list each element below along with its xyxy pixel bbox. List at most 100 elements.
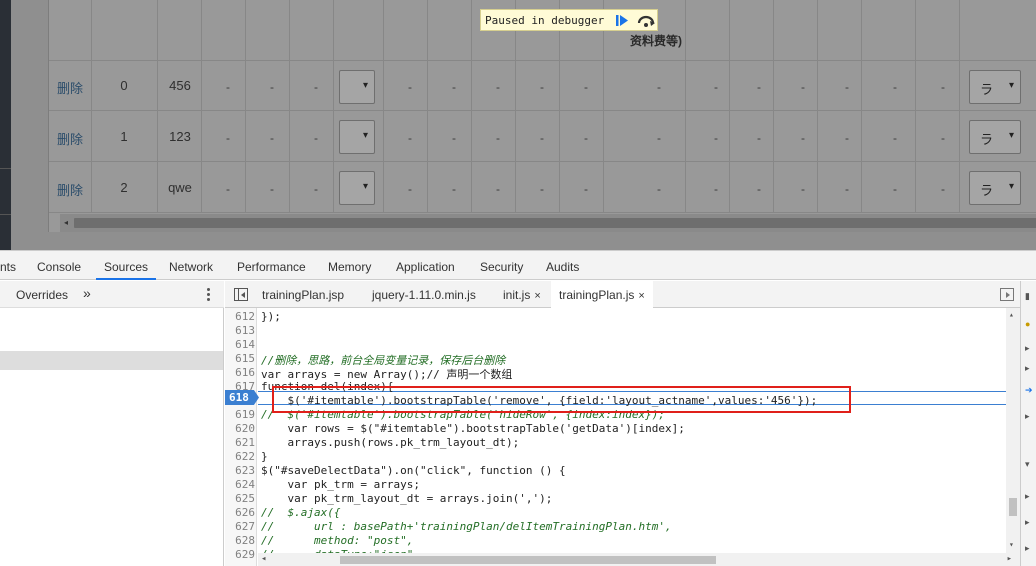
tab-network[interactable]: Network <box>169 260 213 274</box>
row-index: 2 <box>120 180 128 195</box>
empty-cell: - <box>496 131 500 145</box>
tab-application[interactable]: Application <box>396 260 455 274</box>
file-tab-trainingplan-js[interactable]: trainingPlan.js × <box>551 281 653 308</box>
empty-cell: - <box>314 131 318 145</box>
tab-sources[interactable]: Sources <box>104 260 148 274</box>
empty-cell: - <box>714 131 718 145</box>
scroll-up-icon[interactable]: ▴ <box>1009 310 1014 319</box>
web-page-viewport: 资料费等) 删除 0 456 - - - ▾ - - - - - - - - -… <box>0 0 1036 250</box>
dropdown-arrow-icon: ▾ <box>362 130 368 141</box>
select-value: ラ <box>980 183 994 198</box>
close-icon[interactable]: × <box>638 290 644 302</box>
tab-security[interactable]: Security <box>480 260 523 274</box>
scroll-left-icon[interactable]: ◂ <box>64 218 68 227</box>
file-tab-label: jquery-1.11.0.min.js <box>372 288 476 302</box>
scrollbar-thumb[interactable] <box>74 218 1036 228</box>
select-value: ラ <box>980 132 994 147</box>
toggle-navigator-icon[interactable] <box>234 288 248 301</box>
expand-icon[interactable]: ▸ <box>1025 517 1030 528</box>
expand-icon[interactable]: ▸ <box>1025 411 1030 422</box>
scroll-down-icon[interactable]: ▾ <box>1009 540 1014 549</box>
selected-file-row[interactable] <box>0 351 223 370</box>
row-select[interactable]: ▾ <box>339 120 375 154</box>
empty-cell: - <box>226 80 230 94</box>
delete-link[interactable]: 删除 <box>49 129 91 148</box>
file-tab-jquery[interactable]: jquery-1.11.0.min.js <box>372 281 476 308</box>
pause-icon[interactable]: ▮ <box>1025 291 1030 302</box>
empty-cell: - <box>845 80 849 94</box>
tab-performance[interactable]: Performance <box>237 260 306 274</box>
scrollbar-thumb[interactable] <box>340 556 716 564</box>
empty-cell: - <box>540 131 544 145</box>
empty-cell: - <box>801 80 805 94</box>
file-tab-bar: trainingPlan.jsp jquery-1.11.0.min.js in… <box>225 281 1020 308</box>
line-number: 615 <box>235 352 255 365</box>
table-horizontal-scrollbar[interactable]: ◂ <box>60 214 1036 232</box>
highlight-annotation-box <box>272 386 851 413</box>
scroll-left-icon[interactable]: ◂ <box>261 554 266 564</box>
file-tab-trainingplan-jsp[interactable]: trainingPlan.jsp <box>262 281 344 308</box>
debugger-sidebar: ▮ ● ▸ ▸ ➔ ▸ ▾ ▸ ▸ ▸ <box>1020 281 1036 566</box>
empty-cell: - <box>270 80 274 94</box>
empty-cell: - <box>452 80 456 94</box>
expand-icon[interactable]: ▸ <box>1025 543 1030 554</box>
close-icon[interactable]: × <box>534 290 540 302</box>
line-number: 621 <box>235 436 255 449</box>
tab-overrides[interactable]: Overrides <box>16 288 68 302</box>
empty-cell: - <box>408 182 412 196</box>
active-tab-indicator <box>96 278 156 280</box>
more-options-icon[interactable] <box>203 287 213 303</box>
navigator-header: Overrides » <box>0 281 224 308</box>
expand-icon[interactable]: ▾ <box>1025 459 1030 470</box>
row-type-select[interactable]: ラ ▾ <box>969 70 1021 104</box>
line-number: 619 <box>235 408 255 421</box>
devtools-panel: nts Console Sources Network Performance … <box>0 250 1036 566</box>
dropdown-arrow-icon: ▾ <box>1008 80 1014 91</box>
warning-icon: ● <box>1025 319 1031 329</box>
scroll-right-icon[interactable]: ▸ <box>1007 554 1012 564</box>
more-tabs-icon[interactable]: » <box>83 285 91 301</box>
row-select[interactable]: ▾ <box>339 70 375 104</box>
code-line: var rows = $("#itemtable").bootstrapTabl… <box>261 422 685 435</box>
file-tab-init-js[interactable]: init.js × <box>503 281 541 308</box>
resume-icon[interactable] <box>613 13 631 28</box>
code-line: } <box>261 450 268 463</box>
empty-cell: - <box>540 80 544 94</box>
row-type-select[interactable]: ラ ▾ <box>969 120 1021 154</box>
paused-in-debugger-banner: Paused in debugger <box>480 9 658 31</box>
code-line: arrays.push(rows.pk_trm_layout_dt); <box>261 436 520 449</box>
file-tab-label: trainingPlan.js <box>559 288 635 302</box>
delete-link[interactable]: 删除 <box>49 78 91 97</box>
dropdown-arrow-icon: ▾ <box>362 181 368 192</box>
delete-link[interactable]: 删除 <box>49 180 91 199</box>
tab-console[interactable]: Console <box>37 260 81 274</box>
empty-cell: - <box>657 182 661 196</box>
tab-elements[interactable]: nts <box>0 260 16 274</box>
expand-icon[interactable]: ▸ <box>1025 491 1030 502</box>
empty-cell: - <box>226 131 230 145</box>
expand-icon[interactable]: ▸ <box>1025 343 1030 354</box>
empty-cell: - <box>941 80 945 94</box>
line-number: 620 <box>235 422 255 435</box>
tab-memory[interactable]: Memory <box>328 260 371 274</box>
code-line: // method: "post", <box>261 534 414 547</box>
source-editor: trainingPlan.jsp jquery-1.11.0.min.js in… <box>225 281 1020 566</box>
empty-cell: - <box>408 131 412 145</box>
empty-cell: - <box>801 131 805 145</box>
step-over-icon[interactable] <box>636 13 656 28</box>
row-select[interactable]: ▾ <box>339 171 375 205</box>
code-horizontal-scrollbar[interactable]: ◂ ▸ <box>258 553 1020 566</box>
empty-cell: - <box>893 80 897 94</box>
code-view[interactable]: 618 612 613 614 615 616 617 619 620 621 … <box>225 308 1020 566</box>
empty-cell: - <box>496 182 500 196</box>
line-number: 617 <box>235 380 255 393</box>
code-vertical-scrollbar[interactable]: ▴ ▾ <box>1006 308 1020 553</box>
tab-audits[interactable]: Audits <box>546 260 579 274</box>
row-type-select[interactable]: ラ ▾ <box>969 171 1021 205</box>
toggle-debugger-sidebar-icon[interactable] <box>1000 288 1014 301</box>
scrollbar-thumb[interactable] <box>1009 498 1017 516</box>
paused-message: Paused in debugger <box>485 14 605 27</box>
dropdown-arrow-icon: ▾ <box>362 80 368 91</box>
empty-cell: - <box>452 182 456 196</box>
expand-icon[interactable]: ▸ <box>1025 363 1030 374</box>
